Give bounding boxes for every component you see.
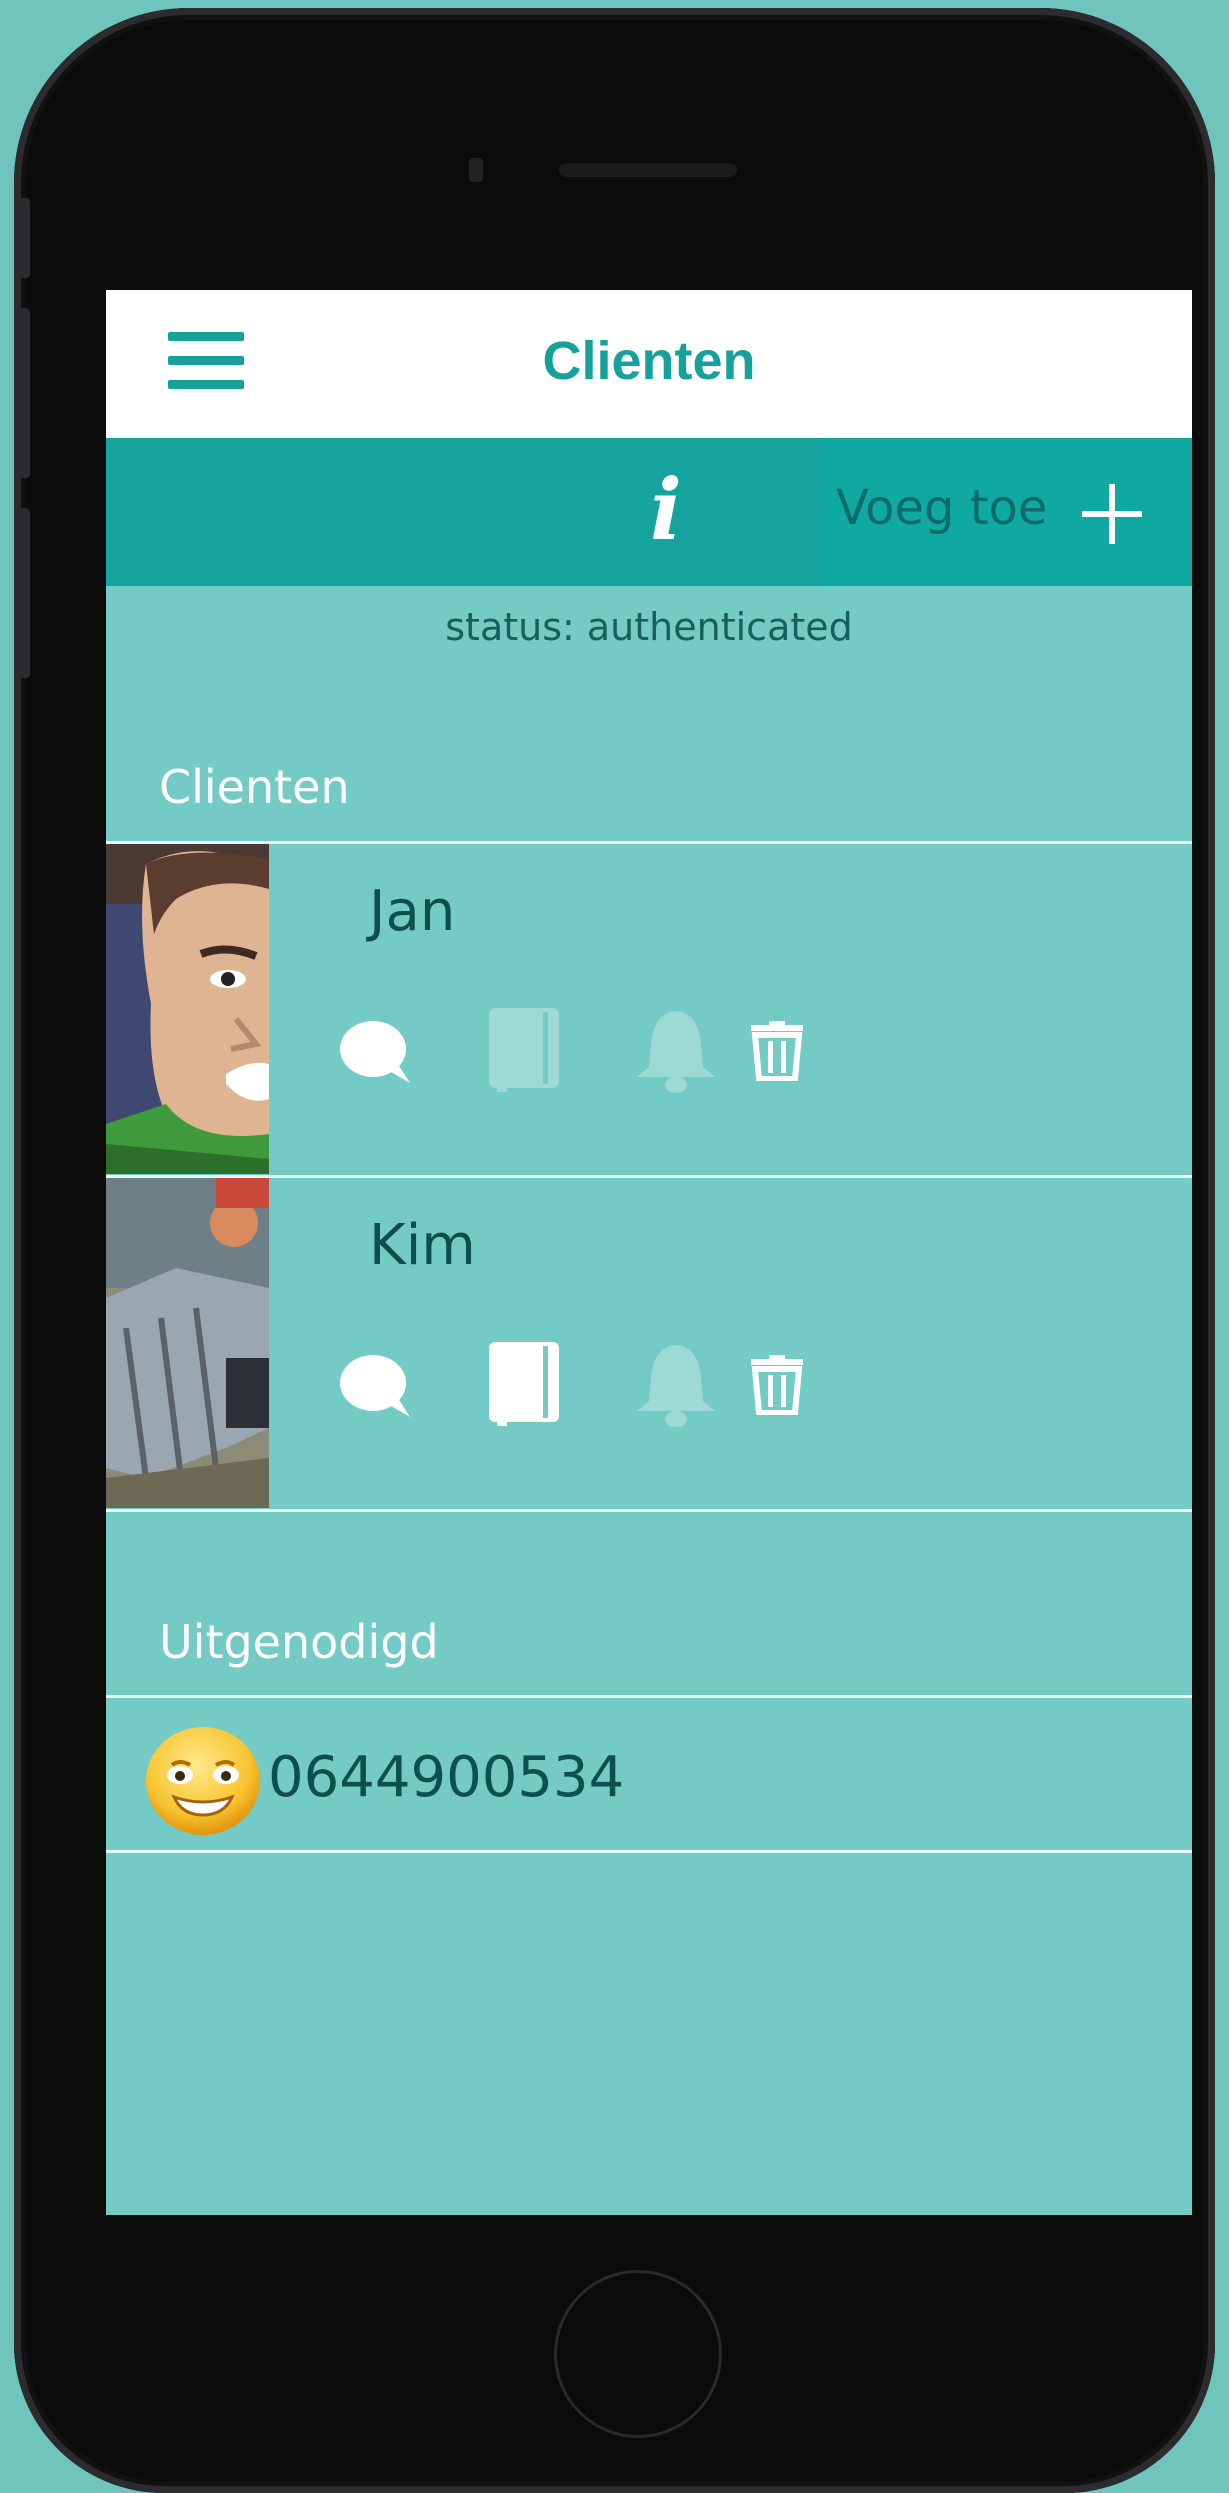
earpiece-speaker — [559, 163, 737, 177]
smiley-icon — [146, 1727, 260, 1835]
bell-icon[interactable] — [633, 1341, 719, 1427]
invited-section-heading: Uitgenodigd — [159, 1615, 439, 1669]
avatar — [106, 844, 269, 1174]
add-client-button[interactable]: Voeg toe — [824, 438, 1192, 586]
client-name: Kim — [369, 1213, 476, 1278]
divider — [106, 1509, 1192, 1512]
add-client-label: Voeg toe — [836, 480, 1048, 536]
trash-icon[interactable] — [751, 1355, 803, 1415]
front-camera — [469, 158, 483, 182]
chat-icon[interactable] — [338, 1019, 412, 1085]
notebook-icon[interactable] — [489, 1342, 559, 1426]
status-text: status: authenticated — [445, 605, 853, 649]
mute-switch — [18, 198, 30, 278]
client-row-kim[interactable]: Kim — [106, 1178, 1192, 1508]
divider — [106, 1695, 1192, 1698]
clients-section-heading: Clienten — [159, 760, 350, 814]
info-icon[interactable]: i — [626, 460, 706, 560]
avatar — [106, 1178, 269, 1508]
invited-item[interactable]: 0644900534 — [106, 1700, 1192, 1850]
client-name: Jan — [369, 879, 456, 944]
client-row-jan[interactable]: Jan — [106, 844, 1192, 1174]
app-screen: Clienten i Voeg toe status: authenticate… — [106, 290, 1192, 2215]
chat-icon[interactable] — [338, 1353, 412, 1419]
phone-frame: Clienten i Voeg toe status: authenticate… — [14, 8, 1215, 2493]
divider — [106, 1850, 1192, 1853]
volume-down-button — [18, 508, 30, 678]
notebook-icon[interactable] — [489, 1008, 559, 1092]
home-button[interactable] — [554, 2270, 722, 2438]
action-bar: i Voeg toe — [106, 438, 1192, 586]
invited-phone-number: 0644900534 — [268, 1745, 625, 1810]
volume-up-button — [18, 308, 30, 478]
top-bar: Clienten — [106, 290, 1192, 438]
bell-icon[interactable] — [633, 1007, 719, 1093]
page-title: Clienten — [542, 331, 756, 391]
trash-icon[interactable] — [751, 1021, 803, 1081]
plus-icon — [1082, 484, 1142, 544]
